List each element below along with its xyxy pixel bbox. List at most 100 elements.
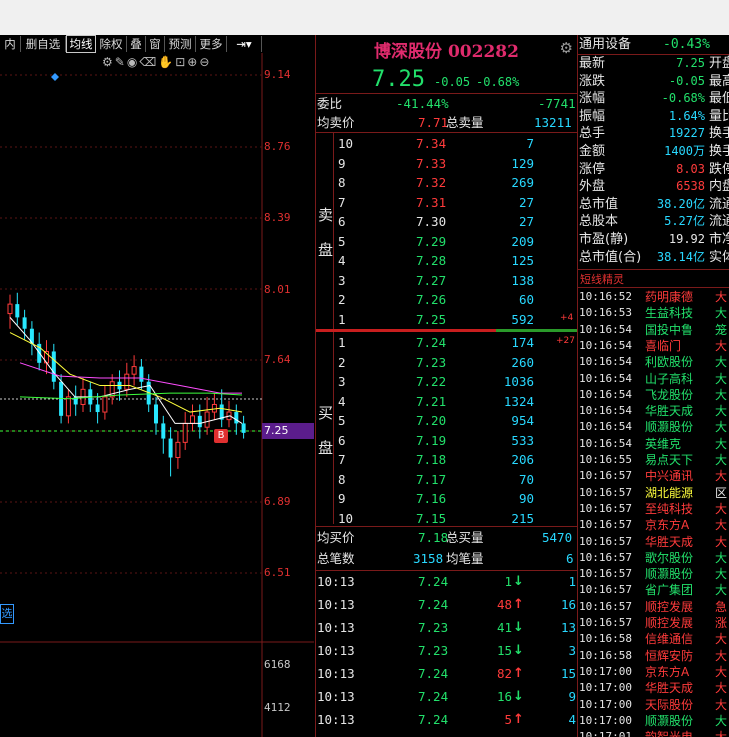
- sprite-stock-name[interactable]: 韵智光电: [645, 729, 693, 737]
- sell-price[interactable]: 7.32: [416, 173, 446, 193]
- avg-sell-label: 均卖价: [317, 115, 355, 130]
- buy-signal-badge[interactable]: B: [214, 429, 228, 443]
- sprite-stock-name[interactable]: 顺灏股份: [645, 713, 693, 729]
- sprite-item[interactable]: 10:16:55 易点天下 大: [579, 452, 729, 468]
- sprite-stock-name[interactable]: 山子高科: [645, 371, 693, 387]
- sprite-item[interactable]: 10:16:54 英维克 大: [579, 436, 729, 452]
- tick-price: 7.24: [418, 689, 449, 704]
- sprite-item[interactable]: 10:16:54 国投中鲁 笼: [579, 322, 729, 338]
- sprite-stock-name[interactable]: 国投中鲁: [645, 322, 693, 338]
- sprite-stock-name[interactable]: 生益科技: [645, 305, 693, 321]
- tick-time: 10:13: [317, 597, 355, 612]
- sprite-stock-name[interactable]: 利欧股份: [645, 354, 693, 370]
- sprite-item[interactable]: 10:16:57 顺控发展 涨: [579, 615, 729, 631]
- candle-body: [51, 351, 56, 382]
- sprite-stock-name[interactable]: 湖北能源: [645, 485, 693, 501]
- stat-label: 金额: [579, 144, 606, 159]
- sprite-item[interactable]: 10:16:52 药明康德 大: [579, 289, 729, 305]
- sprite-time: 10:17:00: [579, 697, 632, 711]
- sprite-item[interactable]: 10:16:58 恒辉安防 大: [579, 648, 729, 664]
- stock-name: 博深股份: [374, 42, 443, 62]
- buy-price[interactable]: 7.22: [416, 372, 446, 392]
- sprite-item[interactable]: 10:16:54 山子高科 大: [579, 371, 729, 387]
- sprite-stock-name[interactable]: 省广集团: [645, 582, 693, 598]
- sprite-stock-name[interactable]: 易点天下: [645, 452, 693, 468]
- sprite-item[interactable]: 10:16:57 华胜天成 大: [579, 534, 729, 550]
- sprite-item[interactable]: 10:16:57 京东方A 大: [579, 517, 729, 533]
- sprite-item[interactable]: 10:17:01 韵智光电 大: [579, 729, 729, 737]
- buy-price[interactable]: 7.24: [416, 333, 446, 353]
- sprite-item[interactable]: 10:17:00 华胜天成 大: [579, 680, 729, 696]
- sprite-stock-name[interactable]: 顺控发展: [645, 615, 693, 631]
- sprite-stock-name[interactable]: 京东方A: [645, 664, 689, 680]
- sell-price[interactable]: 7.34: [416, 134, 446, 154]
- sell-price[interactable]: 7.31: [416, 193, 446, 213]
- sell-price[interactable]: 7.30: [416, 212, 446, 232]
- sprite-item[interactable]: 10:16:54 喜临门 大: [579, 338, 729, 354]
- sprite-item[interactable]: 10:16:54 飞龙股份 大: [579, 387, 729, 403]
- sell-level: 6: [338, 214, 346, 229]
- sprite-stock-name[interactable]: 至纯科技: [645, 501, 693, 517]
- sprite-item[interactable]: 10:16:54 利欧股份 大: [579, 354, 729, 370]
- sell-price[interactable]: 7.29: [416, 232, 446, 252]
- sprite-item[interactable]: 10:16:53 生益科技 大: [579, 305, 729, 321]
- sprite-stock-name[interactable]: 药明康德: [645, 289, 693, 305]
- sprite-stock-name[interactable]: 飞龙股份: [645, 387, 693, 403]
- sprite-item[interactable]: 10:16:57 顺控发展 急: [579, 599, 729, 615]
- sprite-time: 10:17:01: [579, 730, 632, 737]
- buy-price[interactable]: 7.17: [416, 470, 446, 490]
- buy-price[interactable]: 7.18: [416, 450, 446, 470]
- sprite-stock-name[interactable]: 华胜天成: [645, 403, 693, 419]
- sprite-stock-name[interactable]: 歌尔股份: [645, 550, 693, 566]
- sprite-stock-name[interactable]: 华胜天成: [645, 680, 693, 696]
- sprite-item[interactable]: 10:16:54 华胜天成 大: [579, 403, 729, 419]
- sell-price[interactable]: 7.27: [416, 271, 446, 291]
- sprite-item[interactable]: 10:16:54 顺灏股份 大: [579, 419, 729, 435]
- stat-label: 最新: [579, 56, 606, 71]
- order-book-panel: 博深股份 002282 ⚙ 7.25 -0.05 -0.68% 委比 -41.4…: [315, 35, 577, 737]
- sprite-item[interactable]: 10:16:57 省广集团 大: [579, 582, 729, 598]
- sprite-item[interactable]: 10:16:57 歌尔股份 大: [579, 550, 729, 566]
- sprite-action: 大: [715, 387, 728, 402]
- sprite-stock-name[interactable]: 天际股份: [645, 697, 693, 713]
- sprite-stock-name[interactable]: 英维克: [645, 436, 681, 452]
- sprite-item[interactable]: 10:17:00 京东方A 大: [579, 664, 729, 680]
- weibi-value: -7741: [538, 96, 576, 111]
- stat-row: 涨跌 -0.05 最高: [579, 73, 729, 90]
- sprite-stock-name[interactable]: 京东方A: [645, 517, 689, 533]
- kline-chart-panel[interactable]: 内 删自选 均线 除权 叠 窗 预测 更多 ⇥▾ ⚙✎◉⌫✋⊡⊕⊖ 9.14 8…: [0, 35, 314, 737]
- sprite-stock-name[interactable]: 顺控发展: [645, 599, 693, 615]
- buy-price[interactable]: 7.21: [416, 392, 446, 412]
- sprite-item[interactable]: 10:17:00 天际股份 大: [579, 697, 729, 713]
- gear-icon[interactable]: ⚙: [560, 39, 573, 57]
- buy-price[interactable]: 7.19: [416, 431, 446, 451]
- sprite-stock-name[interactable]: 中兴通讯: [645, 468, 693, 484]
- sprite-stock-name[interactable]: 华胜天成: [645, 534, 693, 550]
- sprite-item[interactable]: 10:16:57 顺灏股份 大: [579, 566, 729, 582]
- sprite-time: 10:16:57: [579, 485, 632, 499]
- sell-price[interactable]: 7.26: [416, 290, 446, 310]
- buy-volume-delta: +27: [556, 336, 575, 346]
- sprite-stock-name[interactable]: 顺灏股份: [645, 566, 693, 582]
- buy-price[interactable]: 7.23: [416, 353, 446, 373]
- sprite-item[interactable]: 10:16:58 信维通信 大: [579, 631, 729, 647]
- sprite-stock-name[interactable]: 信维通信: [645, 631, 693, 647]
- sprite-item[interactable]: 10:16:57 至纯科技 大: [579, 501, 729, 517]
- sprite-time: 10:16:57: [579, 599, 632, 613]
- sell-price[interactable]: 7.33: [416, 154, 446, 174]
- sprite-time: 10:16:53: [579, 306, 632, 320]
- sprite-stock-name[interactable]: 顺灏股份: [645, 419, 693, 435]
- sprite-item[interactable]: 10:16:57 中兴通讯 大: [579, 468, 729, 484]
- sprite-stock-name[interactable]: 恒辉安防: [645, 648, 693, 664]
- sprite-stock-name[interactable]: 喜临门: [645, 338, 681, 354]
- buy-price[interactable]: 7.20: [416, 411, 446, 431]
- buy-price[interactable]: 7.16: [416, 489, 446, 509]
- sell-price[interactable]: 7.28: [416, 251, 446, 271]
- sprite-item[interactable]: 10:16:57 湖北能源 区: [579, 485, 729, 501]
- select-tab[interactable]: 选: [0, 604, 14, 624]
- sprite-item[interactable]: 10:17:00 顺灏股份 大: [579, 713, 729, 729]
- sell-price[interactable]: 7.25: [416, 310, 446, 330]
- sector-row[interactable]: 通用设备 -0.43%: [579, 36, 729, 53]
- stat-label: 振幅: [579, 108, 606, 124]
- stat-label-next: 换手: [709, 126, 729, 142]
